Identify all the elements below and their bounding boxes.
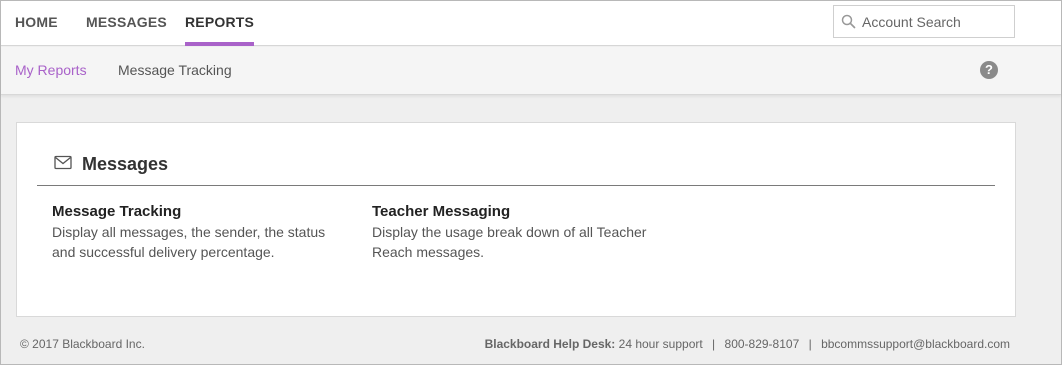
sub-navigation: My Reports Message Tracking ? <box>1 47 1061 95</box>
nav-home[interactable]: HOME <box>15 1 58 46</box>
account-search-box[interactable] <box>833 5 1015 38</box>
separator: | <box>808 337 812 351</box>
top-navigation: HOME MESSAGES REPORTS <box>1 1 1061 46</box>
report-description: Display the usage break down of all Teac… <box>372 224 647 260</box>
footer-helpdesk: Blackboard Help Desk: 24 hour support | … <box>485 337 1010 351</box>
helpdesk-hours: 24 hour support <box>618 337 703 351</box>
helpdesk-email[interactable]: bbcommssupport@blackboard.com <box>821 337 1010 351</box>
nav-messages[interactable]: MESSAGES <box>86 1 167 46</box>
report-message-tracking[interactable]: Message Tracking Display all messages, t… <box>52 202 327 262</box>
copyright: © 2017 Blackboard Inc. <box>20 337 145 351</box>
report-description: Display all messages, the sender, the st… <box>52 224 326 260</box>
subnav-message-tracking[interactable]: Message Tracking <box>118 47 232 93</box>
subnav-my-reports[interactable]: My Reports <box>15 47 87 93</box>
account-search-input[interactable] <box>862 13 1012 30</box>
report-title[interactable]: Message Tracking <box>52 202 327 222</box>
card-header: Messages <box>37 152 995 186</box>
helpdesk-label: Blackboard Help Desk: <box>484 337 616 351</box>
helpdesk-phone: 800-829-8107 <box>724 337 800 351</box>
report-title[interactable]: Teacher Messaging <box>372 202 647 222</box>
envelope-icon <box>54 155 72 175</box>
report-teacher-messaging[interactable]: Teacher Messaging Display the usage brea… <box>372 202 647 262</box>
messages-report-card: Messages Message Tracking Display all me… <box>16 122 1016 317</box>
nav-reports[interactable]: REPORTS <box>185 1 255 46</box>
card-title: Messages <box>82 154 169 174</box>
search-icon <box>834 6 862 37</box>
help-icon[interactable]: ? <box>980 61 998 79</box>
separator: | <box>712 337 716 351</box>
